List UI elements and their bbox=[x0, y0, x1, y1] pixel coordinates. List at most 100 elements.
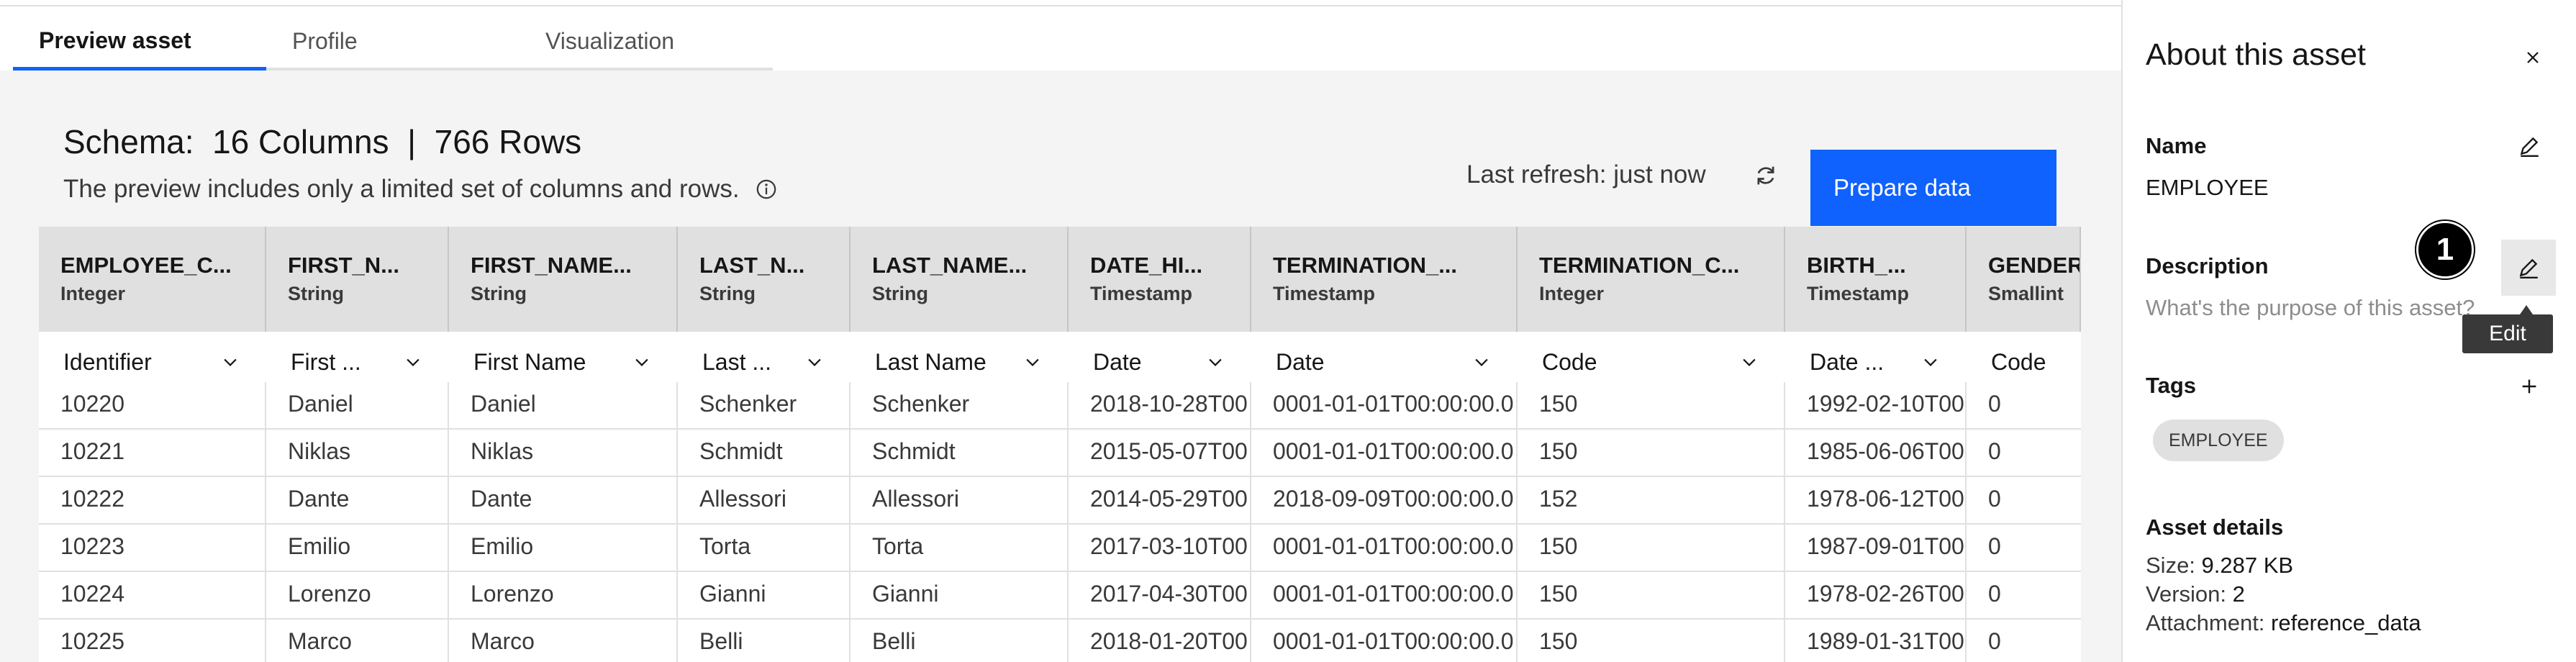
table-row[interactable]: 10222 Dante Dante Allessori Allessori 2014-05… bbox=[39, 477, 2081, 525]
description-label: Description bbox=[2146, 253, 2269, 278]
edit-name-icon[interactable] bbox=[2517, 134, 2541, 158]
column-classification-dropdown[interactable]: First Name bbox=[449, 332, 678, 382]
schema-title: Schema: 16 Columns | 766 Rows bbox=[63, 123, 582, 160]
table-cell: Allessori bbox=[678, 477, 851, 523]
tab-preview-asset[interactable]: Preview asset bbox=[13, 14, 266, 71]
table-cell: 10224 bbox=[39, 572, 266, 618]
edit-description-button[interactable] bbox=[2501, 240, 2556, 296]
table-row[interactable]: 10220 Daniel Daniel Schenker Schenker 2018-10… bbox=[39, 382, 2081, 430]
name-value: EMPLOYEE bbox=[2146, 175, 2269, 200]
column-type: String bbox=[699, 283, 756, 304]
info-icon[interactable] bbox=[756, 178, 777, 200]
column-classification-dropdown[interactable]: First ... bbox=[266, 332, 449, 382]
table-cell: 0001-01-01T00:00:00.0 bbox=[1251, 572, 1518, 618]
column-header[interactable]: TERMINATION_C... Integer bbox=[1518, 227, 1785, 332]
column-header[interactable]: FIRST_NAME... String bbox=[449, 227, 678, 332]
table-cell: 2014-05-29T00 bbox=[1069, 477, 1251, 523]
column-header[interactable]: LAST_NAME... String bbox=[851, 227, 1069, 332]
column-name: LAST_N... bbox=[699, 253, 805, 278]
column-classification-dropdown[interactable]: Identifier bbox=[39, 332, 266, 382]
column-type: String bbox=[288, 283, 344, 304]
column-classification-dropdown[interactable]: Code bbox=[1967, 332, 2081, 382]
column-classification-dropdown[interactable]: Last Name bbox=[851, 332, 1069, 382]
tab-profile[interactable]: Profile bbox=[266, 14, 520, 71]
version-value: 2 bbox=[2232, 581, 2245, 607]
table-row[interactable]: 10221 Niklas Niklas Schmidt Schmidt 2015-05-0… bbox=[39, 430, 2081, 477]
top-divider bbox=[0, 0, 2121, 6]
table-cell: Schmidt bbox=[851, 430, 1069, 476]
column-header[interactable]: FIRST_N... String bbox=[266, 227, 449, 332]
table-cell: Marco bbox=[449, 620, 678, 662]
size-value: 9.287 KB bbox=[2201, 553, 2294, 578]
version-detail: Version: 2 bbox=[2146, 581, 2245, 607]
table-row[interactable]: 10225 Marco Marco Belli Belli 2018-01-20T00 00… bbox=[39, 620, 2081, 662]
chevron-down-icon bbox=[1475, 358, 1488, 366]
table-cell: 0 bbox=[1988, 438, 2001, 464]
tag-chip[interactable]: EMPLOYEE bbox=[2153, 420, 2284, 461]
table-cell: Lorenzo bbox=[266, 572, 449, 618]
description-placeholder[interactable]: What's the purpose of this asset? bbox=[2146, 295, 2475, 321]
column-classification-dropdown[interactable]: Code bbox=[1518, 332, 1785, 382]
tab-bar: Preview asset Profile Visualization bbox=[13, 14, 773, 71]
chevron-down-icon bbox=[1743, 358, 1756, 366]
edit-tooltip: Edit bbox=[2462, 314, 2553, 353]
column-classification-dropdown[interactable]: Date ... bbox=[1785, 332, 1967, 382]
table-cell: 1992-02-10T00 bbox=[1785, 382, 1967, 428]
column-classification-dropdown[interactable]: Date bbox=[1069, 332, 1251, 382]
table-cell: 10225 bbox=[39, 620, 266, 662]
prepare-data-button[interactable]: Prepare data bbox=[1810, 150, 2056, 226]
table-cell: 10223 bbox=[39, 525, 266, 571]
classification-label: Code bbox=[1991, 348, 2046, 375]
table-cell: 0001-01-01T00:00:00.0 bbox=[1251, 525, 1518, 571]
table-row[interactable]: 10224 Lorenzo Lorenzo Gianni Gianni 2017-04-3… bbox=[39, 572, 2081, 620]
table-cell: 0 bbox=[1988, 486, 2001, 512]
column-name: TERMINATION_... bbox=[1273, 253, 1458, 278]
column-type: Timestamp bbox=[1807, 283, 1910, 304]
column-header[interactable]: EMPLOYEE_C... Integer bbox=[39, 227, 266, 332]
column-name: DATE_HI... bbox=[1090, 253, 1203, 278]
refresh-icon[interactable] bbox=[1753, 163, 1779, 189]
column-header[interactable]: BIRTH_... Timestamp bbox=[1785, 227, 1967, 332]
table-cell: Schenker bbox=[678, 382, 851, 428]
table-cell: 2015-05-07T00 bbox=[1069, 430, 1251, 476]
column-header[interactable]: LAST_N... String bbox=[678, 227, 851, 332]
column-classification-dropdown[interactable]: Date bbox=[1251, 332, 1518, 382]
plus-icon[interactable] bbox=[2518, 376, 2540, 397]
table-cell: 1989-01-31T00 bbox=[1785, 620, 1967, 662]
table-cell: Torta bbox=[678, 525, 851, 571]
table-cell: Belli bbox=[851, 620, 1069, 662]
table-cell: Schenker bbox=[851, 382, 1069, 428]
column-name: EMPLOYEE_C... bbox=[60, 253, 232, 278]
close-icon[interactable] bbox=[2523, 47, 2543, 68]
column-header[interactable]: GENDER Smallint bbox=[1967, 227, 2081, 332]
tab-visualization[interactable]: Visualization bbox=[520, 14, 773, 71]
attachment-detail: Attachment: reference_data bbox=[2146, 610, 2421, 636]
table-cell: Lorenzo bbox=[449, 572, 678, 618]
table-cell: 1987-09-01T00 bbox=[1785, 525, 1967, 571]
classification-label: Last ... bbox=[702, 348, 772, 375]
column-header[interactable]: DATE_HI... Timestamp bbox=[1069, 227, 1251, 332]
table-row[interactable]: 10223 Emilio Emilio Torta Torta 2017-03-10T00… bbox=[39, 525, 2081, 572]
column-name: GENDER bbox=[1988, 253, 2081, 278]
last-refresh-text: Last refresh: just now bbox=[1466, 160, 1706, 189]
classification-label: First ... bbox=[291, 348, 361, 375]
column-classification-dropdown[interactable]: Last ... bbox=[678, 332, 851, 382]
table-cell: 10220 bbox=[39, 382, 266, 428]
table-cell: 10222 bbox=[39, 477, 266, 523]
table-cell: 150 bbox=[1518, 620, 1785, 662]
chevron-down-icon bbox=[808, 358, 821, 366]
size-detail: Size: 9.287 KB bbox=[2146, 553, 2293, 579]
table-cell: 150 bbox=[1518, 525, 1785, 571]
table-cell: Daniel bbox=[266, 382, 449, 428]
attachment-label: Attachment: bbox=[2146, 610, 2265, 635]
classification-label: Date bbox=[1276, 348, 1325, 375]
column-type: Timestamp bbox=[1273, 283, 1376, 304]
column-header[interactable]: TERMINATION_... Timestamp bbox=[1251, 227, 1518, 332]
table-cell: Schmidt bbox=[678, 430, 851, 476]
schema-subtitle: The preview includes only a limited set … bbox=[63, 175, 777, 204]
chevron-down-icon bbox=[1209, 358, 1222, 366]
table-cell: 1985-06-06T00 bbox=[1785, 430, 1967, 476]
column-name: FIRST_NAME... bbox=[471, 253, 632, 278]
table-cell: Marco bbox=[266, 620, 449, 662]
table-cell: 2018-09-09T00:00:00.0 bbox=[1251, 477, 1518, 523]
